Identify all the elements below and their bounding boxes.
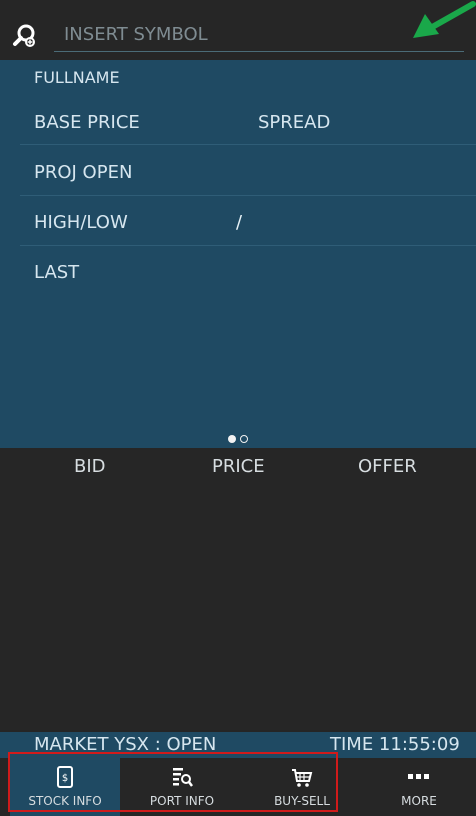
- order-book-area: [0, 488, 476, 730]
- page-dot-active: [228, 435, 236, 443]
- market-time-text: TIME 11:55:09: [330, 734, 460, 755]
- cart-icon: [292, 769, 313, 787]
- nav-label: STOCK INFO: [28, 794, 102, 808]
- divider: [20, 245, 476, 246]
- search-bar: [0, 0, 476, 60]
- nav-label: MORE: [401, 794, 437, 808]
- bottom-nav: $ STOCK INFO PORT INFO BUY-SELL MORE: [0, 758, 476, 816]
- page-indicator[interactable]: [228, 432, 252, 444]
- high-low-label: HIGH/LOW: [34, 212, 128, 233]
- search-icon[interactable]: [12, 24, 36, 48]
- last-label: LAST: [34, 262, 80, 283]
- stock-info-panel: FULLNAME BASE PRICE SPREAD PROJ OPEN HIG…: [0, 60, 476, 448]
- market-status-bar: MARKET YSX : OPEN TIME 11:55:09: [0, 732, 476, 758]
- bid-column-header: BID: [74, 456, 106, 477]
- port-info-icon: [173, 768, 193, 787]
- svg-text:$: $: [62, 773, 68, 784]
- price-column-header: PRICE: [212, 456, 265, 477]
- nav-label: BUY-SELL: [274, 794, 330, 808]
- nav-more[interactable]: MORE: [364, 758, 474, 816]
- nav-label: PORT INFO: [149, 794, 215, 808]
- nav-buy-sell[interactable]: BUY-SELL: [247, 758, 357, 816]
- page-dot-inactive: [240, 435, 248, 443]
- base-price-label: BASE PRICE: [34, 112, 140, 133]
- market-status-text: MARKET YSX : OPEN: [34, 734, 217, 755]
- offer-column-header: OFFER: [358, 456, 417, 477]
- fullname-label: FULLNAME: [34, 68, 120, 87]
- divider: [20, 144, 476, 145]
- stock-info-icon: $: [57, 766, 73, 788]
- spread-label: SPREAD: [258, 112, 331, 133]
- nav-stock-info[interactable]: $ STOCK INFO: [10, 758, 120, 816]
- divider: [20, 195, 476, 196]
- order-book-header: BID PRICE OFFER: [0, 448, 476, 488]
- nav-port-info[interactable]: PORT INFO: [127, 758, 237, 816]
- proj-open-label: PROJ OPEN: [34, 162, 133, 183]
- high-low-separator: /: [236, 212, 243, 233]
- more-icon: [408, 774, 429, 779]
- annotation-arrow-icon: [413, 1, 476, 38]
- symbol-search-input[interactable]: [54, 18, 464, 52]
